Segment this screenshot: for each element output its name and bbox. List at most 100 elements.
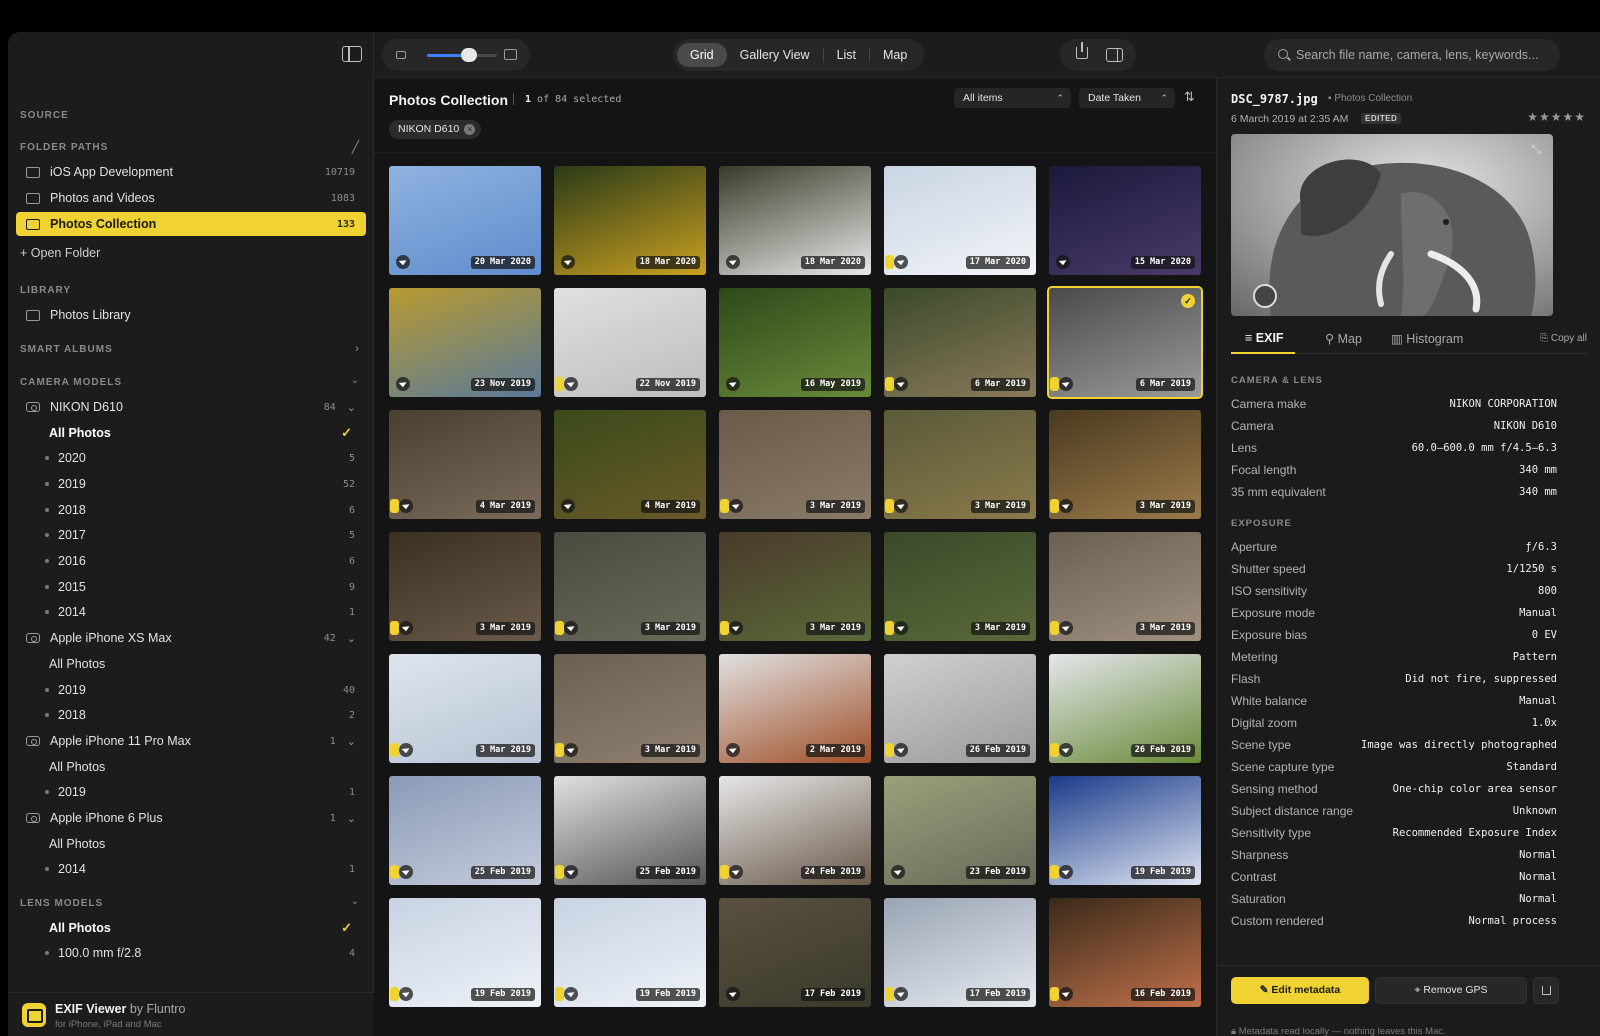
exif-row[interactable]: White balance Manual: [1231, 690, 1557, 712]
exif-row[interactable]: Scene capture type Standard: [1231, 756, 1557, 778]
nikon-year-2014[interactable]: 2014 1: [16, 600, 366, 624]
exif-row[interactable]: Metering Pattern: [1231, 646, 1557, 668]
photo-tile[interactable]: 4 Mar 2019: [389, 410, 541, 519]
photo-tile[interactable]: 4 Mar 2019: [554, 410, 706, 519]
exif-row[interactable]: Focal length 340 mm: [1231, 459, 1557, 481]
11pro-year-2019[interactable]: 2019 1: [16, 780, 366, 804]
photo-tile[interactable]: 15 Mar 2020: [1049, 166, 1201, 275]
photo-tile[interactable]: 17 Feb 2019: [719, 898, 871, 1007]
lens-item-100mm[interactable]: 100.0 mm f/2.8 4: [16, 941, 366, 965]
share-icon[interactable]: [1076, 42, 1088, 59]
photo-tile[interactable]: 3 Mar 2019: [554, 532, 706, 641]
photo-tile[interactable]: 17 Mar 2020: [884, 166, 1036, 275]
folder-item-ios-dev[interactable]: iOS App Development 10719: [16, 160, 366, 184]
tab-map[interactable]: Map: [870, 43, 920, 67]
star-rating[interactable]: ★★★★★: [1527, 110, 1586, 124]
selected-check-icon[interactable]: ✓: [1181, 294, 1195, 308]
photo-tile[interactable]: 6 Mar 2019 ✓: [1047, 286, 1203, 399]
exif-row[interactable]: Flash Did not fire, suppressed: [1231, 668, 1557, 690]
xsmax-year-2018[interactable]: 2018 2: [16, 703, 366, 727]
exif-row[interactable]: Sensitivity type Recommended Exposure Ind…: [1231, 822, 1557, 844]
6plus-year-2014[interactable]: 2014 1: [16, 857, 366, 881]
camera-item-iphone-xs-max[interactable]: Apple iPhone XS Max 42 ⌄: [16, 626, 366, 650]
tab-grid[interactable]: Grid: [677, 43, 727, 67]
photo-tile[interactable]: 3 Mar 2019: [719, 410, 871, 519]
photo-tile[interactable]: 6 Mar 2019: [884, 288, 1036, 397]
exif-row[interactable]: Shutter speed 1/1250 s: [1231, 558, 1557, 580]
camera-item-iphone-6-plus[interactable]: Apple iPhone 6 Plus 1 ⌄: [16, 806, 366, 830]
photo-tile[interactable]: 3 Mar 2019: [719, 532, 871, 641]
exif-row[interactable]: Sharpness Normal: [1231, 844, 1557, 866]
photo-tile[interactable]: 22 Nov 2019: [554, 288, 706, 397]
photo-tile[interactable]: 3 Mar 2019: [1049, 410, 1201, 519]
exif-row[interactable]: Exposure mode Manual: [1231, 602, 1557, 624]
exif-row[interactable]: Subject distance range Unknown: [1231, 800, 1557, 822]
exif-row[interactable]: Custom rendered Normal process: [1231, 910, 1557, 932]
chevron-down-icon[interactable]: ⌄: [351, 375, 359, 386]
photo-tile[interactable]: 19 Feb 2019: [1049, 776, 1201, 885]
tab-histogram[interactable]: ▥ Histogram: [1391, 331, 1463, 346]
tab-list[interactable]: List: [824, 43, 869, 67]
photo-tile[interactable]: 16 Feb 2019: [1049, 898, 1201, 1007]
photo-tile[interactable]: 25 Feb 2019: [554, 776, 706, 885]
sidebar-toggle-icon[interactable]: [342, 46, 362, 62]
chevron-down-icon[interactable]: ⌄: [347, 632, 356, 645]
slider-knob[interactable]: [461, 48, 477, 62]
search-input[interactable]: [1296, 39, 1552, 71]
camera-item-iphone-11-pro-max[interactable]: Apple iPhone 11 Pro Max 1 ⌄: [16, 729, 366, 753]
library-item-photos[interactable]: Photos Library: [16, 303, 366, 327]
chevron-down-icon[interactable]: ⌄: [347, 812, 356, 825]
share-button[interactable]: [1533, 977, 1559, 1004]
photo-tile[interactable]: 3 Mar 2019: [554, 654, 706, 763]
photo-tile[interactable]: 16 May 2019: [719, 288, 871, 397]
exif-row[interactable]: ISO sensitivity 800: [1231, 580, 1557, 602]
exif-row[interactable]: Exposure bias 0 EV: [1231, 624, 1557, 646]
chevron-down-icon[interactable]: ⌄: [351, 896, 359, 907]
photo-tile[interactable]: 26 Feb 2019: [1049, 654, 1201, 763]
expand-icon[interactable]: ⤡: [1531, 142, 1541, 157]
open-folder-button[interactable]: + Open Folder: [16, 241, 366, 265]
edit-folders-icon[interactable]: ╱: [352, 140, 359, 154]
photo-tile[interactable]: 25 Feb 2019: [389, 776, 541, 885]
copy-all-button[interactable]: ⎘ Copy all: [1540, 333, 1587, 344]
exif-row[interactable]: Saturation Normal: [1231, 888, 1557, 910]
exif-row[interactable]: Scene type Image was directly photographe…: [1231, 734, 1557, 756]
nikon-year-2015[interactable]: 2015 9: [16, 575, 366, 599]
close-icon[interactable]: ×: [464, 124, 476, 135]
filter-chip[interactable]: NIKON D610 ×: [389, 120, 482, 139]
photo-tile[interactable]: 3 Mar 2019: [1049, 532, 1201, 641]
exif-row[interactable]: Lens 60.0–600.0 mm f/4.5–6.3: [1231, 437, 1557, 459]
inspector-toggle-icon[interactable]: [1106, 48, 1123, 62]
lens-all-photos[interactable]: All Photos ✓: [16, 916, 366, 940]
photo-tile[interactable]: 3 Mar 2019: [884, 532, 1036, 641]
xsmax-all-photos[interactable]: All Photos: [16, 652, 366, 676]
6plus-all-photos[interactable]: All Photos: [16, 832, 366, 856]
photo-tile[interactable]: 19 Feb 2019: [554, 898, 706, 1007]
exif-row[interactable]: Sensing method One-chip color area sensor: [1231, 778, 1557, 800]
photo-tile[interactable]: 24 Feb 2019: [719, 776, 871, 885]
exif-row[interactable]: Aperture ƒ/6.3: [1231, 536, 1557, 558]
photo-tile[interactable]: 19 Feb 2019: [389, 898, 541, 1007]
sort-dropdown[interactable]: Date Taken: [1079, 88, 1175, 108]
filter-dropdown[interactable]: All items: [954, 88, 1071, 108]
xsmax-year-2019[interactable]: 2019 40: [16, 678, 366, 702]
nikon-year-2016[interactable]: 2016 6: [16, 549, 366, 573]
tab-exif[interactable]: ≡ EXIF: [1245, 331, 1284, 345]
photo-tile[interactable]: 18 Mar 2020: [554, 166, 706, 275]
chevron-down-icon[interactable]: ⌄: [347, 401, 356, 414]
photo-tile[interactable]: 18 Mar 2020: [719, 166, 871, 275]
thumbnail-size-slider[interactable]: [427, 48, 497, 62]
exif-row[interactable]: Camera make NIKON CORPORATION: [1231, 393, 1557, 415]
photo-tile[interactable]: 26 Feb 2019: [884, 654, 1036, 763]
remove-gps-button[interactable]: ⌖ Remove GPS: [1375, 977, 1527, 1004]
tab-map[interactable]: ⚲ Map: [1325, 331, 1362, 346]
photo-preview[interactable]: ⤡: [1231, 134, 1553, 316]
photo-tile[interactable]: 3 Mar 2019: [884, 410, 1036, 519]
chevron-right-icon[interactable]: ›: [355, 341, 359, 355]
11pro-all-photos[interactable]: All Photos: [16, 755, 366, 779]
nikon-all-photos[interactable]: All Photos ✓: [16, 421, 366, 445]
photo-tile[interactable]: 17 Feb 2019: [884, 898, 1036, 1007]
photo-tile[interactable]: 23 Feb 2019: [884, 776, 1036, 885]
nikon-year-2019[interactable]: 2019 52: [16, 472, 366, 496]
photo-tile[interactable]: 23 Nov 2019: [389, 288, 541, 397]
